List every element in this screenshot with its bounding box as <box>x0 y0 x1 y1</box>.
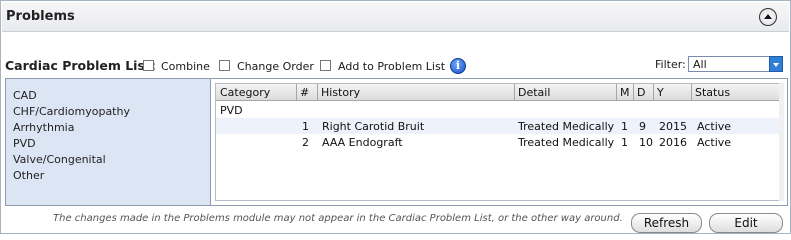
column-header-status[interactable]: Status <box>695 86 730 99</box>
cell-year: 2015 <box>659 120 687 133</box>
column-header-m[interactable]: M <box>620 86 630 99</box>
cell-detail: Treated Medically <box>518 136 615 149</box>
add-to-problem-list-label: Add to Problem List <box>338 60 446 73</box>
change-order-label: Change Order <box>237 60 314 73</box>
column-header-number[interactable]: # <box>300 86 309 99</box>
cell-day: 9 <box>639 120 646 133</box>
cell-status: Active <box>697 136 732 149</box>
cell-number: 1 <box>302 120 309 133</box>
cell-status: Active <box>697 120 732 133</box>
panel-title: Problems <box>6 9 75 24</box>
change-order-checkbox[interactable] <box>219 60 230 71</box>
cell-year: 2016 <box>659 136 687 149</box>
edit-button[interactable]: Edit <box>709 213 783 233</box>
problem-grid: Category # History Detail M D Y Status P… <box>215 83 781 201</box>
filter-label: Filter: <box>655 58 686 71</box>
info-icon[interactable]: i <box>450 58 466 74</box>
column-header-detail[interactable]: Detail <box>518 86 550 99</box>
grid-scrollbar[interactable] <box>779 83 784 201</box>
group-row-pvd: PVD <box>216 102 780 118</box>
chevron-down-icon[interactable] <box>769 56 783 72</box>
problems-panel: Problems Cardiac Problem List: Combine C… <box>0 0 791 234</box>
cell-history: AAA Endograft <box>322 136 403 149</box>
category-item-pvd[interactable]: PVD <box>13 137 36 150</box>
category-item-chf[interactable]: CHF/Cardiomyopathy <box>13 105 130 118</box>
combine-checkbox[interactable] <box>143 60 154 71</box>
column-header-d[interactable]: D <box>637 86 645 99</box>
add-to-problem-list-checkbox[interactable] <box>320 60 331 71</box>
filter-value: All <box>693 58 707 71</box>
footer-note: The changes made in the Problems module … <box>53 213 623 224</box>
collapse-icon[interactable] <box>759 8 777 26</box>
cell-detail: Treated Medically <box>518 120 615 133</box>
cardiac-problem-list-label: Cardiac Problem List: <box>5 58 156 73</box>
problem-list-content: CAD CHF/Cardiomyopathy Arrhythmia PVD Va… <box>5 78 788 206</box>
grid-header: Category # History Detail M D Y Status <box>216 84 780 101</box>
category-item-cad[interactable]: CAD <box>13 89 37 102</box>
column-header-history[interactable]: History <box>321 86 360 99</box>
filter-select[interactable]: All <box>688 56 783 72</box>
cell-month: 1 <box>621 120 628 133</box>
cell-day: 10 <box>639 136 653 149</box>
column-header-y[interactable]: Y <box>657 86 664 99</box>
refresh-button[interactable]: Refresh <box>631 213 702 233</box>
cell-month: 1 <box>621 136 628 149</box>
category-item-valve[interactable]: Valve/Congenital <box>13 153 106 166</box>
panel-header: Problems <box>2 2 789 32</box>
column-header-category[interactable]: Category <box>220 86 270 99</box>
category-item-other[interactable]: Other <box>13 169 44 182</box>
cell-history: Right Carotid Bruit <box>322 120 425 133</box>
combine-label: Combine <box>161 60 210 73</box>
category-list: CAD CHF/Cardiomyopathy Arrhythmia PVD Va… <box>6 79 211 205</box>
table-row[interactable]: 1 Right Carotid Bruit Treated Medically … <box>216 118 780 134</box>
cell-number: 2 <box>302 136 309 149</box>
category-item-arrhythmia[interactable]: Arrhythmia <box>13 121 74 134</box>
table-row[interactable]: 2 AAA Endograft Treated Medically 1 10 2… <box>216 134 780 150</box>
group-label: PVD <box>220 104 243 117</box>
